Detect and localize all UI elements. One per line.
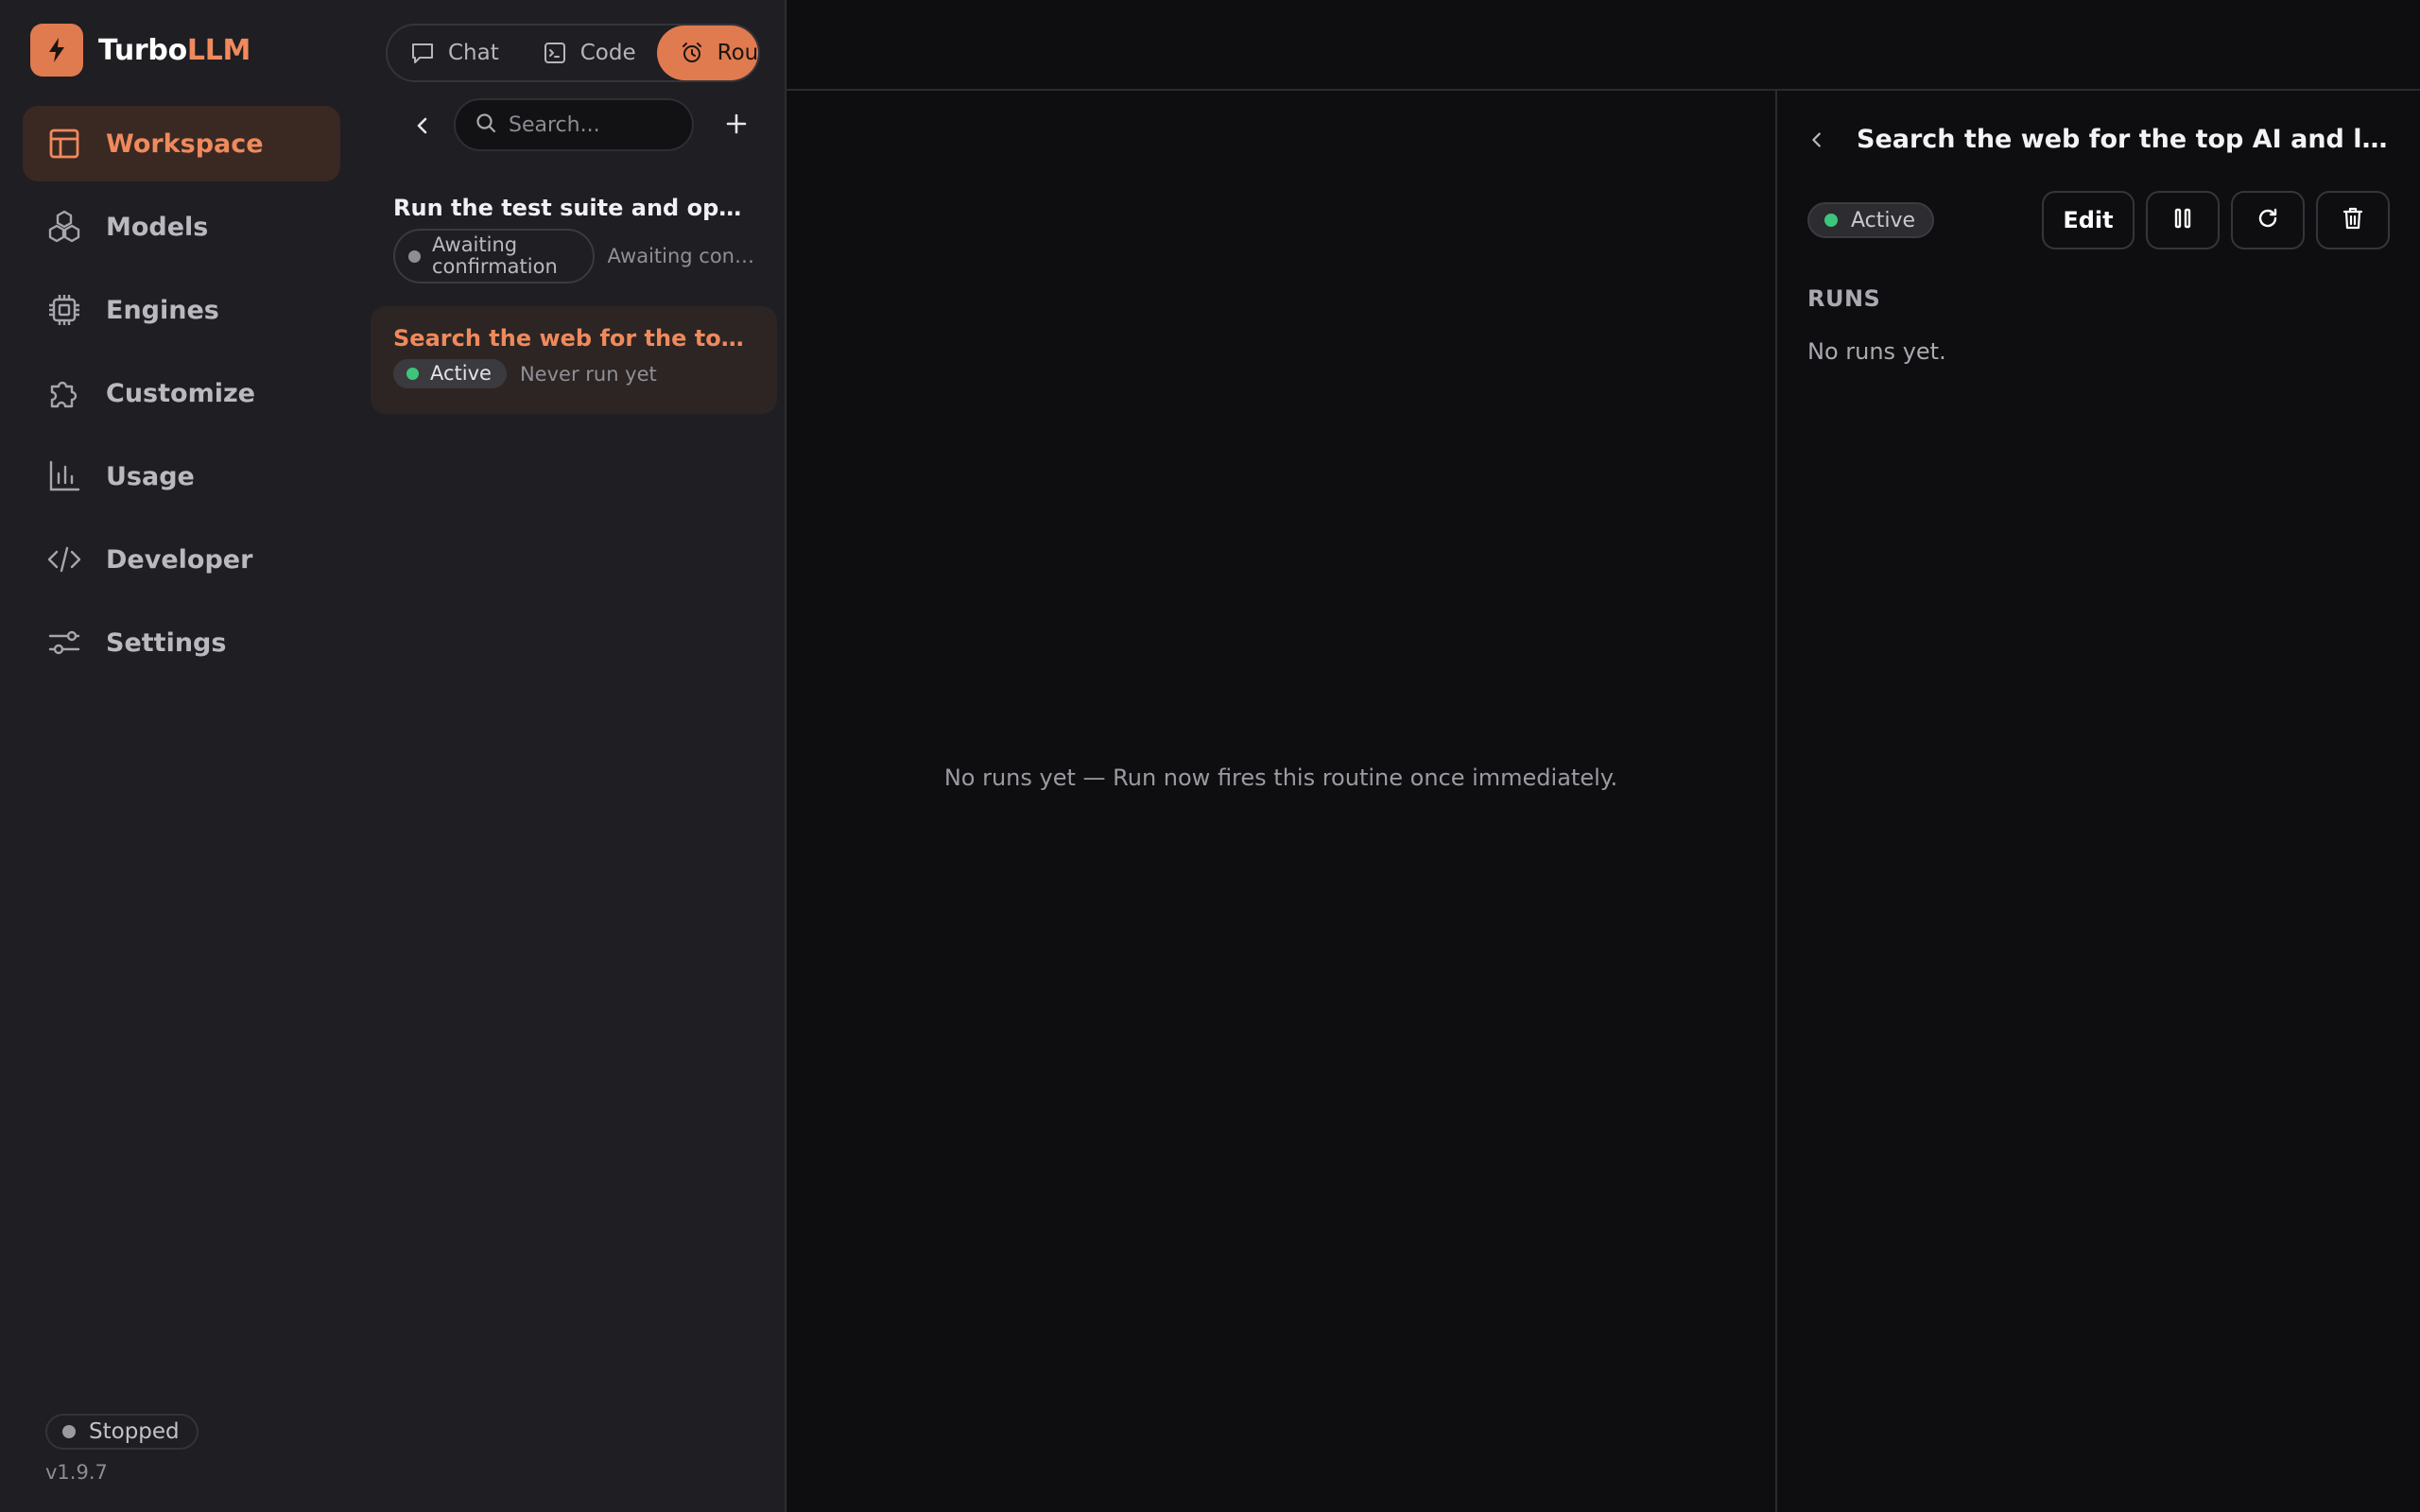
nav-item-developer[interactable]: Developer	[23, 522, 340, 597]
mode-tabs: Chat Code Rout	[386, 24, 760, 82]
terminal-icon	[543, 41, 567, 65]
engine-status-badge[interactable]: Stopped	[45, 1414, 199, 1450]
lightning-icon	[30, 24, 83, 77]
search-box[interactable]	[454, 98, 694, 151]
status-badge: Awaiting confirmation	[393, 229, 595, 284]
tab-chat[interactable]: Chat	[388, 26, 520, 80]
tab-routines[interactable]: Rout	[656, 26, 759, 80]
empty-state: No runs yet — Run now fires this routine…	[786, 91, 1775, 1512]
nav-item-customize[interactable]: Customize	[23, 355, 340, 431]
chevron-left-icon	[411, 114, 434, 141]
nav-item-usage[interactable]: Usage	[23, 438, 340, 514]
routine-detail-title: Search the web for the top AI and local-…	[1857, 125, 2405, 154]
nav-item-settings[interactable]: Settings	[23, 605, 340, 680]
nav-item-label: Workspace	[106, 129, 264, 159]
sliders-icon	[45, 624, 83, 662]
add-routine-button[interactable]	[713, 102, 760, 149]
nav-item-engines[interactable]: Engines	[23, 272, 340, 348]
top-bar	[786, 0, 2420, 91]
collapse-button[interactable]	[399, 104, 446, 151]
bar-chart-icon	[45, 457, 83, 495]
nav-item-label: Usage	[106, 461, 195, 491]
routine-list-item-selected[interactable]: Search the web for the top AI ... Active…	[371, 306, 777, 414]
status-badge-label: Awaiting confirmation	[432, 233, 558, 278]
routine-meta: Awaiting confirmation Awaiting conf...	[393, 229, 754, 284]
app-name: TurboLLM	[98, 34, 251, 67]
search-icon	[475, 112, 497, 138]
status-badge-label: Active	[430, 362, 492, 385]
routine-meta: Active Never run yet	[393, 359, 754, 388]
routine-last-run: Never run yet	[519, 362, 657, 386]
alarm-clock-icon	[680, 41, 704, 65]
tab-label: Code	[579, 41, 636, 65]
app-name-accent: LLM	[186, 33, 251, 67]
nav-item-label: Developer	[106, 544, 253, 575]
cubes-icon	[45, 208, 83, 246]
pause-icon	[2172, 207, 2193, 233]
routine-title: Search the web for the top AI ...	[393, 325, 754, 352]
brand: TurboLLM	[30, 24, 251, 77]
cpu-icon	[45, 291, 83, 329]
refresh-icon	[2256, 206, 2280, 234]
nav-list: Workspace Models Engines Customize Usage	[23, 106, 340, 688]
status-dot	[406, 368, 419, 380]
chevron-left-icon	[1806, 129, 1827, 154]
detail-back-button[interactable]	[1798, 123, 1836, 161]
app-name-main: Turbo	[98, 33, 187, 67]
status-dot	[408, 249, 421, 263]
pause-button[interactable]	[2146, 191, 2220, 249]
tab-code[interactable]: Code	[520, 26, 657, 80]
trash-icon	[2342, 206, 2364, 234]
nav-item-label: Customize	[106, 378, 255, 408]
search-input[interactable]	[509, 112, 679, 137]
layout-icon	[45, 125, 83, 163]
puzzle-icon	[45, 374, 83, 412]
main-sidebar: TurboLLM Workspace Models Engines Custom…	[0, 0, 361, 1512]
edit-button[interactable]: Edit	[2042, 191, 2135, 249]
nav-item-workspace[interactable]: Workspace	[23, 106, 340, 181]
routine-last-run: Awaiting conf...	[607, 245, 754, 267]
routine-title: Run the test suite and open a ...	[393, 195, 754, 221]
empty-state-message: No runs yet — Run now fires this routine…	[943, 765, 1618, 791]
routines-list-panel: Chat Code Rout Run the test sui	[361, 0, 786, 1512]
routine-list-item[interactable]: Run the test suite and open a ... Awaiti…	[371, 183, 777, 297]
nav-item-label: Engines	[106, 295, 219, 325]
app-version: v1.9.7	[45, 1461, 108, 1484]
runs-heading: RUNS	[1807, 285, 1881, 312]
code-icon	[45, 541, 83, 578]
status-badge-label: Active	[1851, 208, 1916, 232]
tab-label: Rout	[717, 41, 759, 65]
status-dot	[1824, 214, 1838, 227]
status-badge: Active	[393, 359, 507, 388]
nav-item-models[interactable]: Models	[23, 189, 340, 265]
plus-icon	[724, 112, 749, 140]
tab-label: Chat	[448, 41, 499, 65]
delete-button[interactable]	[2316, 191, 2390, 249]
routine-detail-panel: Search the web for the top AI and local-…	[1775, 91, 2420, 1512]
routine-status-badge: Active	[1807, 202, 1935, 238]
runs-empty-text: No runs yet.	[1807, 338, 1946, 365]
nav-item-label: Settings	[106, 627, 227, 658]
chat-bubble-icon	[410, 41, 435, 65]
nav-item-label: Models	[106, 212, 209, 242]
status-dot	[62, 1425, 76, 1438]
engine-status-label: Stopped	[89, 1419, 180, 1444]
run-now-button[interactable]	[2231, 191, 2305, 249]
